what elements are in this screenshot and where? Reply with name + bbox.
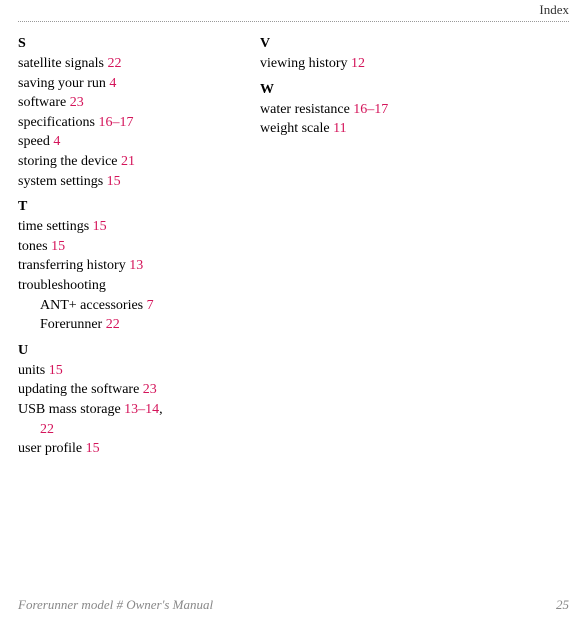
comma: , xyxy=(159,402,163,417)
page-ref[interactable]: 4 xyxy=(109,76,116,91)
index-entry: transferring history 13 xyxy=(18,256,218,276)
entry-label: ANT+ accessories xyxy=(40,298,147,313)
index-entry: user profile 15 xyxy=(18,439,218,459)
index-entry: storing the device 21 xyxy=(18,152,218,172)
index-subentry: ANT+ accessories 7 xyxy=(18,296,218,316)
entry-label: units xyxy=(18,363,49,378)
entry-label: USB mass storage xyxy=(18,402,124,417)
entry-label: Forerunner xyxy=(40,317,106,332)
entry-label: viewing history xyxy=(260,56,351,71)
entry-label: updating the software xyxy=(18,382,143,397)
page-ref[interactable]: 22 xyxy=(107,56,121,71)
page-ref[interactable]: 13–14 xyxy=(124,402,159,417)
index-entry: USB mass storage 13–14, xyxy=(18,400,218,420)
index-entry: software 23 xyxy=(18,93,218,113)
entry-label: software xyxy=(18,95,70,110)
index-entry: updating the software 23 xyxy=(18,380,218,400)
page-ref[interactable]: 15 xyxy=(107,174,121,189)
index-entry: water resistance 16–17 xyxy=(260,100,460,120)
page-ref[interactable]: 13 xyxy=(129,258,143,273)
page-ref[interactable]: 11 xyxy=(333,121,346,136)
index-entry: specifications 16–17 xyxy=(18,113,218,133)
page-ref[interactable]: 15 xyxy=(51,239,65,254)
entry-label: troubleshooting xyxy=(18,278,106,293)
page-ref[interactable]: 23 xyxy=(70,95,84,110)
entry-label: satellite signals xyxy=(18,56,107,71)
entry-label: speed xyxy=(18,134,53,149)
entry-label: time settings xyxy=(18,219,93,234)
entry-label: transferring history xyxy=(18,258,129,273)
header-section-label: Index xyxy=(18,0,569,21)
section-heading-s: S xyxy=(18,36,218,52)
index-subentry: 22 xyxy=(18,420,218,440)
index-entry: system settings 15 xyxy=(18,172,218,192)
index-columns: S satellite signals 22 saving your run 4… xyxy=(18,32,569,459)
index-column-1: S satellite signals 22 saving your run 4… xyxy=(18,32,218,459)
page-ref[interactable]: 16–17 xyxy=(353,102,388,117)
entry-label: specifications xyxy=(18,115,98,130)
index-column-2: V viewing history 12 W water resistance … xyxy=(260,32,460,459)
page-ref[interactable]: 12 xyxy=(351,56,365,71)
page-ref[interactable]: 22 xyxy=(106,317,120,332)
entry-label: storing the device xyxy=(18,154,121,169)
index-entry: units 15 xyxy=(18,361,218,381)
index-entry: viewing history 12 xyxy=(260,54,460,74)
page-ref[interactable]: 7 xyxy=(147,298,154,313)
entry-label: system settings xyxy=(18,174,107,189)
index-entry: speed 4 xyxy=(18,132,218,152)
page-ref[interactable]: 15 xyxy=(93,219,107,234)
page-ref[interactable]: 4 xyxy=(53,134,60,149)
entry-label: saving your run xyxy=(18,76,109,91)
footer-page-number: 25 xyxy=(556,597,569,613)
section-heading-w: W xyxy=(260,82,460,98)
page-ref[interactable]: 22 xyxy=(40,422,54,437)
index-entry: satellite signals 22 xyxy=(18,54,218,74)
index-entry: time settings 15 xyxy=(18,217,218,237)
index-subentry: Forerunner 22 xyxy=(18,315,218,335)
index-entry: weight scale 11 xyxy=(260,119,460,139)
header-separator xyxy=(18,21,569,22)
index-entry: saving your run 4 xyxy=(18,74,218,94)
section-heading-t: T xyxy=(18,199,218,215)
footer-left: Forerunner model # Owner's Manual xyxy=(18,597,213,613)
page-ref[interactable]: 23 xyxy=(143,382,157,397)
entry-label: water resistance xyxy=(260,102,353,117)
section-heading-v: V xyxy=(260,36,460,52)
page-ref[interactable]: 15 xyxy=(86,441,100,456)
entry-label: user profile xyxy=(18,441,86,456)
section-heading-u: U xyxy=(18,343,218,359)
entry-label: weight scale xyxy=(260,121,333,136)
page-ref[interactable]: 21 xyxy=(121,154,135,169)
page-ref[interactable]: 16–17 xyxy=(98,115,133,130)
footer: Forerunner model # Owner's Manual 25 xyxy=(18,597,569,613)
index-entry: tones 15 xyxy=(18,237,218,257)
page-ref[interactable]: 15 xyxy=(49,363,63,378)
entry-label: tones xyxy=(18,239,51,254)
index-entry: troubleshooting xyxy=(18,276,218,296)
